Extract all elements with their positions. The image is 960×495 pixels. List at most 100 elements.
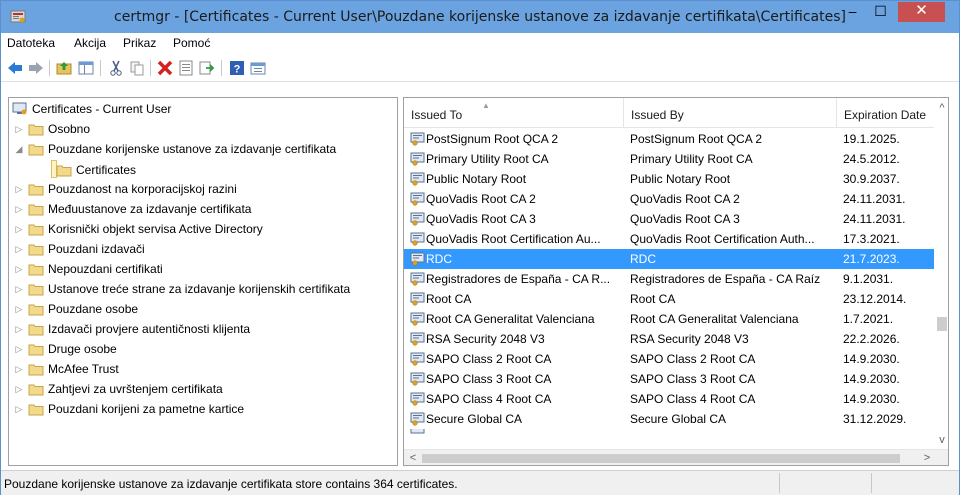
- table-row[interactable]: SAPO Class 3 Root CA SAPO Class 3 Root CA…: [404, 369, 934, 389]
- show-hide-tree-icon[interactable]: [77, 59, 95, 77]
- certificate-icon: [410, 412, 425, 426]
- table-row[interactable]: Secure Global CA Secure Global CA 31.12.20…: [404, 409, 934, 429]
- table-row[interactable]: PostSignum Root QCA 2 PostSignum Root QCA…: [404, 129, 934, 149]
- table-row[interactable]: RSA Security 2048 V3 RSA Security 2048 V3…: [404, 329, 934, 349]
- table-row[interactable]: QuoVadis Root Certification Au... QuoVadi…: [404, 229, 934, 249]
- column-expiration-date[interactable]: Expiration Date: [837, 98, 934, 128]
- menu-datoteka[interactable]: Datoteka: [7, 36, 55, 50]
- cut-icon[interactable]: [107, 59, 125, 77]
- certificates-root-icon: [12, 102, 27, 115]
- copy-icon[interactable]: [128, 59, 146, 77]
- expand-arrow-icon[interactable]: ▷: [14, 320, 24, 339]
- expand-arrow-icon[interactable]: ▷: [14, 240, 24, 259]
- cell-issued-to: SAPO Class 2 Root CA: [426, 352, 552, 366]
- table-row[interactable]: SAPO Class 2 Root CA SAPO Class 2 Root CA…: [404, 349, 934, 369]
- table-row[interactable]: SAPO Class 4 Root CA SAPO Class 4 Root CA…: [404, 389, 934, 409]
- cell-expiration-date: 19.1.2025.: [843, 132, 900, 146]
- column-issued-by[interactable]: Issued By: [624, 98, 837, 128]
- cell-issued-by: QuoVadis Root Certification Auth...: [630, 232, 815, 246]
- cell-issued-to: Primary Utility Root CA: [426, 152, 549, 166]
- scroll-down-arrow-icon[interactable]: v: [935, 431, 948, 449]
- table-row[interactable]: Primary Utility Root CA Primary Utility R…: [404, 149, 934, 169]
- list-row-partial: [404, 429, 948, 437]
- close-button[interactable]: ✕: [898, 2, 945, 22]
- table-row[interactable]: QuoVadis Root CA 2 QuoVadis Root CA 2 24.1…: [404, 189, 934, 209]
- cell-expiration-date: 9.1.2031.: [843, 272, 894, 286]
- certificate-icon: [410, 372, 425, 386]
- tree-root[interactable]: Certificates - Current User: [12, 100, 392, 119]
- back-icon[interactable]: [6, 59, 24, 77]
- cell-expiration-date: 22.2.2026.: [843, 332, 900, 346]
- cell-issued-to: RSA Security 2048 V3: [426, 332, 545, 346]
- certificate-icon: [410, 172, 425, 186]
- toolbar: ?: [1, 54, 959, 82]
- table-row[interactable]: Root CA Generalitat Valenciana Root CA Ge…: [404, 309, 934, 329]
- expand-arrow-icon[interactable]: ▷: [14, 200, 24, 219]
- vertical-scrollbar[interactable]: ^ v: [935, 98, 948, 449]
- delete-icon[interactable]: [156, 59, 174, 77]
- help-icon[interactable]: ?: [228, 59, 246, 77]
- table-row[interactable]: QuoVadis Root CA 3 QuoVadis Root CA 3 24.1…: [404, 209, 934, 229]
- certmgr-window: certmgr - [Certificates - Current User\P…: [0, 0, 960, 495]
- certificate-icon: [410, 332, 425, 346]
- cell-expiration-date: 24.5.2012.: [843, 152, 900, 166]
- expand-arrow-icon[interactable]: ▷: [14, 380, 24, 399]
- table-row[interactable]: Public Notary Root Public Notary Root 30.9…: [404, 169, 934, 189]
- horizontal-scroll-thumb[interactable]: [422, 454, 900, 463]
- table-row[interactable]: RDC RDC 21.7.2023.: [404, 249, 934, 269]
- tree-item-label: Certificates: [76, 163, 137, 177]
- cell-issued-by: PostSignum Root QCA 2: [630, 132, 763, 146]
- expand-arrow-icon[interactable]: ▷: [14, 300, 24, 319]
- expand-arrow-icon[interactable]: ▷: [14, 180, 24, 199]
- forward-icon[interactable]: [27, 59, 45, 77]
- vertical-scroll-thumb[interactable]: [937, 317, 947, 331]
- menu-prikaz[interactable]: Prikaz: [123, 36, 156, 50]
- tree-item-label: Ustanove treće strane za izdavanje korij…: [48, 282, 351, 296]
- scroll-left-arrow-icon[interactable]: <: [406, 450, 420, 465]
- tree-item-label: Osobno: [48, 122, 91, 136]
- table-row[interactable]: Root CA Root CA 23.12.2014.: [404, 289, 934, 309]
- cell-issued-by: SAPO Class 4 Root CA: [630, 392, 756, 406]
- menu-pomoc[interactable]: Pomoć: [173, 36, 210, 50]
- expand-arrow-icon[interactable]: ▷: [14, 400, 24, 419]
- title-bar[interactable]: certmgr - [Certificates - Current User\P…: [1, 1, 959, 33]
- tree-item-label: Pouzdane korijenske ustanove za izdavanj…: [48, 142, 337, 156]
- up-folder-icon[interactable]: [55, 59, 73, 77]
- status-divider: [871, 473, 872, 493]
- view-icon[interactable]: [249, 59, 267, 77]
- column-issued-to[interactable]: Issued To: [404, 98, 624, 128]
- toolbar-separator: [49, 60, 50, 76]
- expand-arrow-icon[interactable]: ▷: [14, 280, 24, 299]
- scroll-up-arrow-icon[interactable]: ^: [935, 98, 948, 116]
- menu-akcija[interactable]: Akcija: [74, 36, 106, 50]
- scroll-right-arrow-icon[interactable]: >: [920, 450, 934, 465]
- cell-expiration-date: 14.9.2030.: [843, 392, 900, 406]
- cell-issued-by: SAPO Class 2 Root CA: [630, 352, 756, 366]
- console-tree[interactable]: Certificates - Current User ▷ Osobno ◢ Pouz…: [8, 97, 398, 466]
- certificate-icon: [410, 429, 425, 434]
- cell-expiration-date: 17.3.2021.: [843, 232, 900, 246]
- folder-icon: [28, 384, 44, 396]
- export-icon[interactable]: [198, 59, 216, 77]
- folder-icon: [28, 204, 44, 216]
- expand-arrow-icon[interactable]: ▷: [14, 340, 24, 359]
- expand-arrow-icon[interactable]: ▷: [14, 220, 24, 239]
- minimize-button[interactable]: –: [839, 2, 866, 22]
- table-row[interactable]: Registradores de España - CA R... Registr…: [404, 269, 934, 289]
- certificate-list[interactable]: Issued To ▲ Issued By Expiration Date Po…: [403, 97, 949, 466]
- folder-icon: [28, 264, 44, 276]
- expand-arrow-icon[interactable]: ▷: [14, 360, 24, 379]
- maximize-button[interactable]: ☐: [867, 2, 894, 22]
- expand-arrow-icon[interactable]: ▷: [14, 260, 24, 279]
- collapse-arrow-icon[interactable]: ◢: [14, 140, 24, 159]
- tree-item-label: McAfee Trust: [48, 362, 119, 376]
- horizontal-scrollbar[interactable]: < >: [404, 449, 948, 465]
- certificate-icon: [410, 252, 425, 266]
- window-title: certmgr - [Certificates - Current User\P…: [114, 9, 846, 25]
- certificate-icon: [410, 192, 425, 206]
- folder-icon: [28, 244, 44, 256]
- properties-icon[interactable]: [177, 59, 195, 77]
- certificate-icon: [410, 292, 425, 306]
- expand-arrow-icon[interactable]: ▷: [14, 120, 24, 139]
- tree-item[interactable]: Certificates: [51, 160, 136, 178]
